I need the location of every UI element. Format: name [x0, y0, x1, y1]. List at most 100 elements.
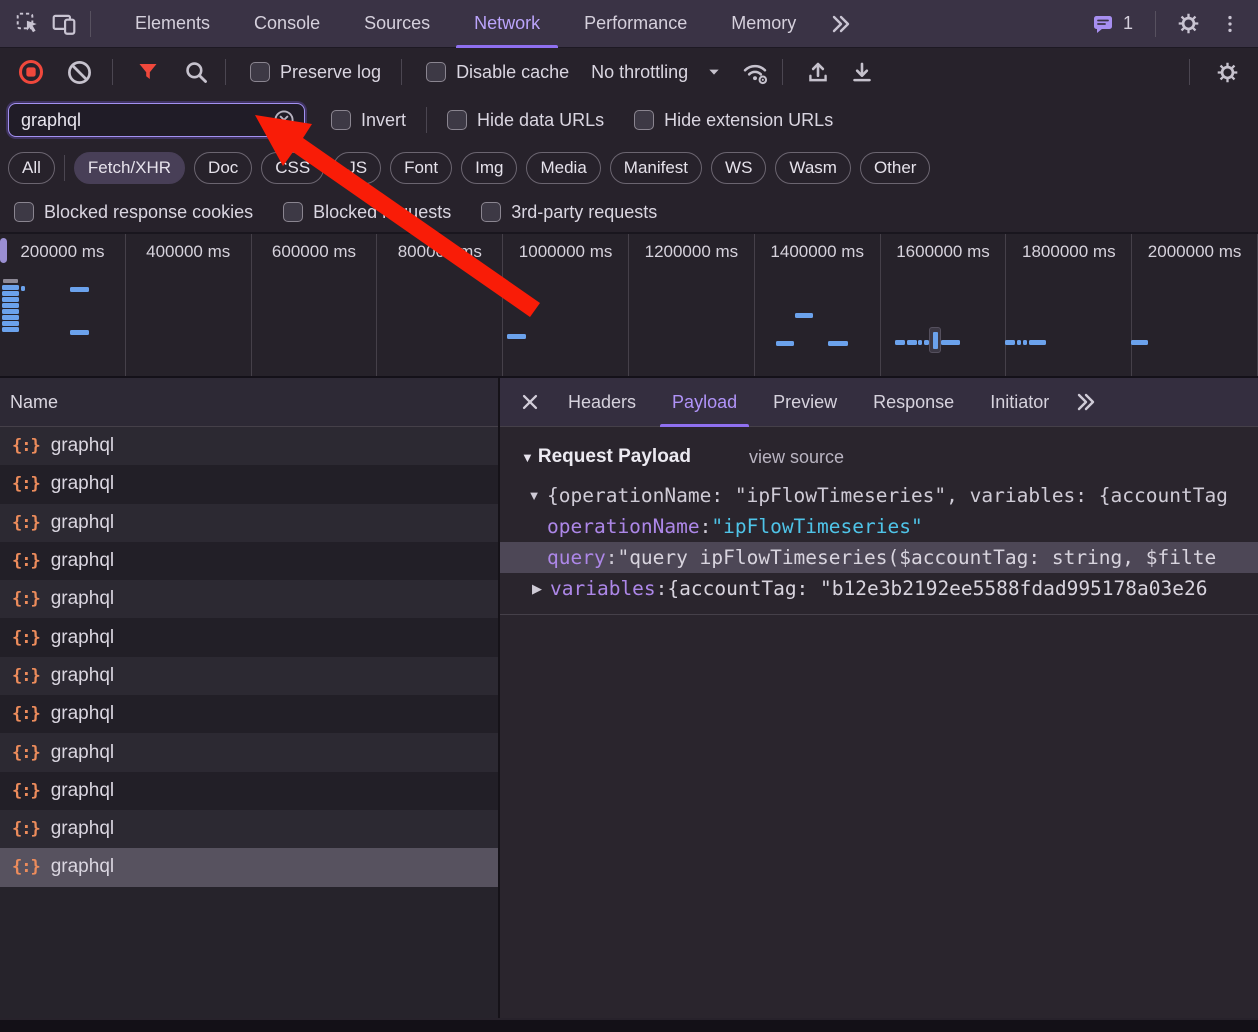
filter-input[interactable]	[21, 110, 272, 131]
close-details-icon[interactable]	[510, 378, 550, 427]
request-row[interactable]: {:}graphql	[0, 542, 498, 580]
request-row[interactable]: {:}graphql	[0, 504, 498, 542]
network-overview-timeline[interactable]: 200000 ms400000 ms600000 ms800000 ms1000…	[0, 234, 1258, 378]
network-settings-gear-icon[interactable]	[1210, 55, 1244, 89]
devtools-tab-console[interactable]: Console	[232, 0, 342, 48]
invert-checkbox[interactable]: Invert	[331, 110, 406, 131]
waterfall-bar[interactable]	[70, 287, 89, 292]
waterfall-bar[interactable]	[2, 309, 19, 314]
request-row[interactable]: {:}graphql	[0, 427, 498, 465]
type-chip-img[interactable]: Img	[461, 152, 517, 184]
waterfall-bar[interactable]	[941, 340, 960, 345]
collapsed-triangle-icon[interactable]: ▶	[527, 581, 547, 597]
type-chip-font[interactable]: Font	[390, 152, 452, 184]
panel-tab-initiator[interactable]: Initiator	[972, 378, 1067, 427]
name-column-header[interactable]: Name	[0, 378, 498, 427]
clear-filter-icon[interactable]	[272, 108, 296, 132]
inspect-element-icon[interactable]	[10, 6, 46, 42]
hide-extension-urls-checkbox[interactable]: Hide extension URLs	[634, 110, 833, 131]
search-icon[interactable]	[179, 55, 213, 89]
waterfall-bar[interactable]	[2, 291, 19, 296]
request-row[interactable]: {:}graphql	[0, 772, 498, 810]
waterfall-bar[interactable]	[507, 334, 526, 339]
waterfall-bar[interactable]	[21, 286, 25, 291]
device-toolbar-icon[interactable]	[46, 6, 82, 42]
fetch-xhr-icon: {:}	[12, 628, 40, 648]
waterfall-bar[interactable]	[1023, 340, 1027, 345]
request-payload-section-header[interactable]: ▼ Request Payload view source	[500, 440, 1258, 474]
devtools-tab-sources[interactable]: Sources	[342, 0, 452, 48]
request-row[interactable]: {:}graphql	[0, 580, 498, 618]
waterfall-bar[interactable]	[2, 285, 19, 290]
waterfall-bar[interactable]	[1029, 340, 1046, 345]
request-row[interactable]: {:}graphql	[0, 695, 498, 733]
waterfall-bar[interactable]	[2, 297, 19, 302]
panel-tab-response[interactable]: Response	[855, 378, 972, 427]
blocked-response-cookies-checkbox[interactable]: Blocked response cookies	[14, 202, 253, 223]
type-chip-media[interactable]: Media	[526, 152, 600, 184]
blocked-requests-checkbox[interactable]: Blocked requests	[283, 202, 451, 223]
payload-property-query[interactable]: query: "query ipFlowTimeseries($accountT…	[500, 542, 1258, 573]
waterfall-bar[interactable]	[70, 330, 89, 335]
more-panel-tabs-icon[interactable]	[1073, 390, 1097, 414]
type-chip-wasm[interactable]: Wasm	[775, 152, 851, 184]
type-chip-fetch-xhr[interactable]: Fetch/XHR	[74, 152, 185, 184]
throttling-dropdown[interactable]: No throttling	[591, 62, 722, 83]
waterfall-bar[interactable]	[918, 340, 922, 345]
request-row[interactable]: {:}graphql	[0, 733, 498, 771]
kebab-menu-icon[interactable]	[1212, 6, 1248, 42]
type-chip-doc[interactable]: Doc	[194, 152, 252, 184]
waterfall-bar[interactable]	[895, 340, 905, 345]
filter-funnel-icon[interactable]	[131, 55, 165, 89]
import-har-icon[interactable]	[801, 55, 835, 89]
waterfall-bar[interactable]	[2, 315, 19, 320]
disable-cache-checkbox[interactable]: Disable cache	[426, 62, 569, 83]
payload-preview-line[interactable]: ▼{operationName: "ipFlowTimeseries", var…	[500, 480, 1258, 511]
type-chip-manifest[interactable]: Manifest	[610, 152, 702, 184]
settings-gear-icon[interactable]	[1170, 6, 1206, 42]
devtools-tab-network[interactable]: Network	[452, 0, 562, 48]
clear-network-log-button[interactable]	[62, 55, 96, 89]
more-tabs-icon[interactable]	[818, 0, 862, 48]
waterfall-bar[interactable]	[795, 313, 813, 318]
type-chip-css[interactable]: CSS	[261, 152, 324, 184]
payload-property-operationName[interactable]: operationName: "ipFlowTimeseries"	[500, 511, 1258, 542]
record-network-log-button[interactable]	[14, 55, 48, 89]
waterfall-bar[interactable]	[1017, 340, 1021, 345]
payload-property-variables[interactable]: ▶variables: {accountTag: "b12e3b2192ee55…	[500, 573, 1258, 604]
type-chip-js[interactable]: JS	[333, 152, 381, 184]
panel-tab-headers[interactable]: Headers	[550, 378, 654, 427]
type-chip-all[interactable]: All	[8, 152, 55, 184]
request-row[interactable]: {:}graphql	[0, 810, 498, 848]
view-source-link[interactable]: view source	[749, 447, 844, 468]
hide-data-urls-checkbox[interactable]: Hide data URLs	[447, 110, 604, 131]
issues-button[interactable]: 1	[1083, 12, 1141, 36]
divider	[225, 59, 226, 85]
devtools-tab-performance[interactable]: Performance	[562, 0, 709, 48]
waterfall-bar[interactable]	[776, 341, 794, 346]
waterfall-bar[interactable]	[1005, 340, 1015, 345]
devtools-tab-memory[interactable]: Memory	[709, 0, 818, 48]
collapse-triangle-icon[interactable]: ▼	[521, 450, 534, 465]
3rd-party-requests-checkbox[interactable]: 3rd-party requests	[481, 202, 657, 223]
waterfall-bar[interactable]	[2, 327, 19, 332]
devtools-tab-elements[interactable]: Elements	[113, 0, 232, 48]
request-row[interactable]: {:}graphql	[0, 657, 498, 695]
waterfall-bar[interactable]	[2, 303, 19, 308]
waterfall-bar[interactable]	[907, 340, 917, 345]
preserve-log-checkbox[interactable]: Preserve log	[250, 62, 381, 83]
waterfall-bar[interactable]	[2, 321, 19, 326]
request-row[interactable]: {:}graphql	[0, 848, 498, 886]
expanded-triangle-icon[interactable]: ▼	[524, 488, 544, 503]
request-row[interactable]: {:}graphql	[0, 465, 498, 503]
network-conditions-icon[interactable]	[738, 55, 772, 89]
selected-request-marker[interactable]	[929, 327, 941, 353]
type-chip-ws[interactable]: WS	[711, 152, 766, 184]
export-har-icon[interactable]	[845, 55, 879, 89]
request-row[interactable]: {:}graphql	[0, 618, 498, 656]
panel-tab-payload[interactable]: Payload	[654, 378, 755, 427]
panel-tab-preview[interactable]: Preview	[755, 378, 855, 427]
type-chip-other[interactable]: Other	[860, 152, 931, 184]
waterfall-bar[interactable]	[1131, 340, 1148, 345]
waterfall-bar[interactable]	[828, 341, 848, 346]
